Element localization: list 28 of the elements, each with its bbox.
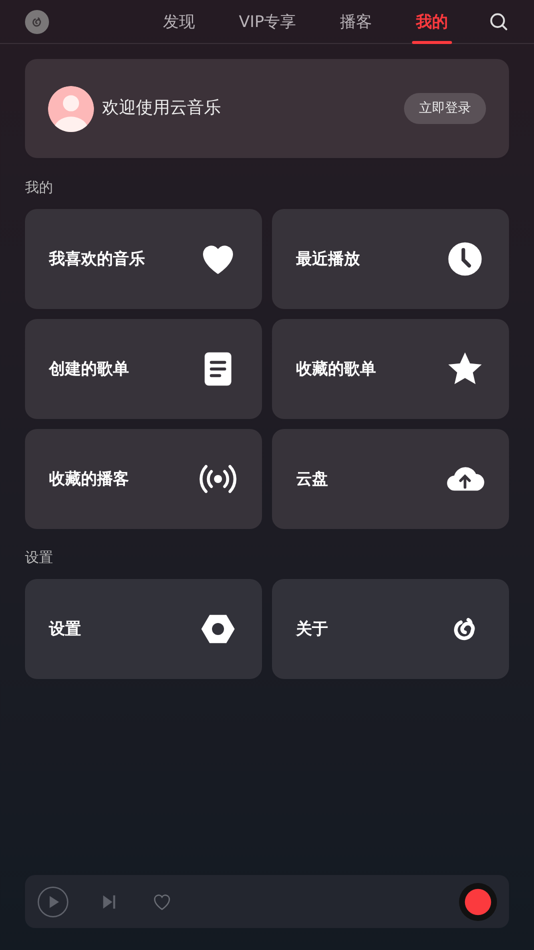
menu-tile[interactable]: 收藏的播客 [25,429,262,529]
menu-tile[interactable]: 收藏的歌单 [272,319,509,419]
tile-label: 云盘 [296,468,328,490]
menu-tile[interactable]: 我喜欢的音乐 [25,209,262,309]
tab[interactable]: 发现 [162,0,195,44]
logo-icon[interactable] [25,10,49,34]
tile-label: 设置 [49,618,81,640]
menu-tile[interactable]: 云盘 [272,429,509,529]
play-icon[interactable] [37,886,69,918]
tab[interactable]: 播客 [340,0,372,44]
tile-label: 收藏的播客 [49,468,129,490]
tile-label: 最近播放 [296,248,360,270]
greeting-text: 欢迎使用云音乐 [102,96,222,120]
menu-tile[interactable]: 创建的歌单 [25,319,262,419]
login-button[interactable]: 立即登录 [404,92,486,124]
section-title: 设置 [25,549,54,568]
avatar-icon [48,86,94,132]
section-title: 我的 [25,179,54,198]
menu-tile[interactable]: 设置 [25,579,262,679]
tile-label: 我喜欢的音乐 [49,248,145,270]
tile-label: 收藏的歌单 [296,358,376,380]
record-disc-icon[interactable] [459,882,497,920]
tile-label: 关于 [296,618,328,640]
tab[interactable]: VIP专享 [238,0,296,44]
menu-tile[interactable]: 关于 [272,579,509,679]
tile-label: 创建的歌单 [49,358,129,380]
search-icon[interactable] [488,10,510,32]
menu-tile[interactable]: 最近播放 [272,209,509,309]
